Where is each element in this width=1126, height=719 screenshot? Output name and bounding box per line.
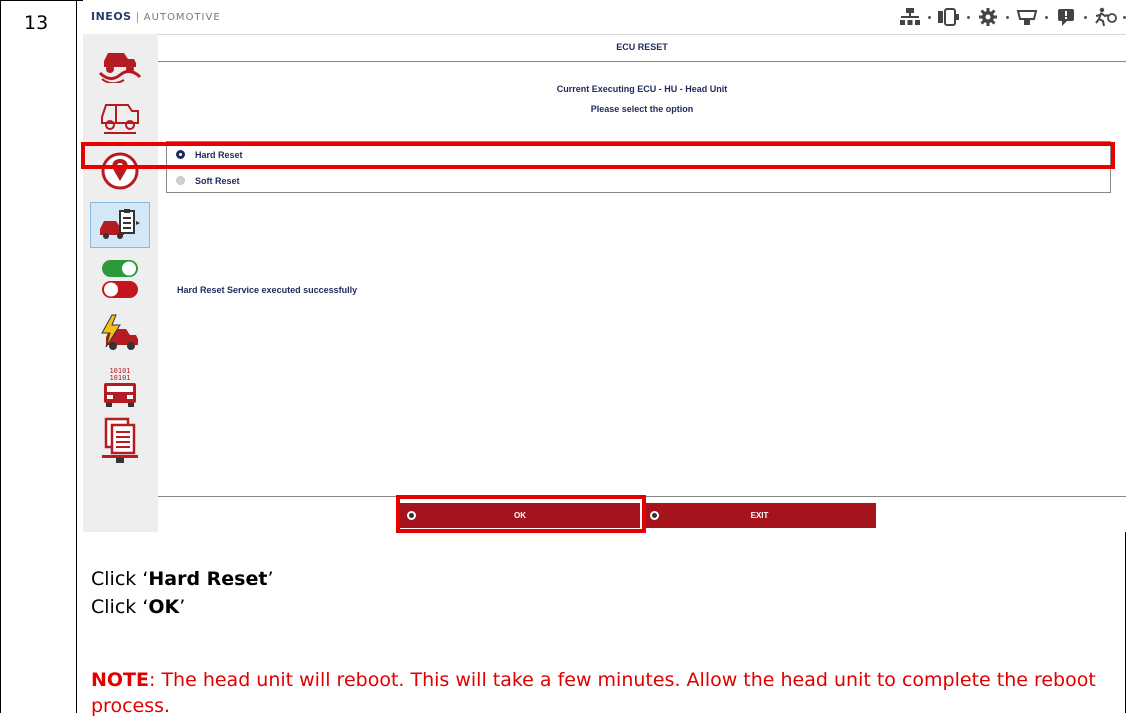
table-column-divider <box>76 0 77 713</box>
network-icon[interactable] <box>897 6 923 28</box>
document-report-icon[interactable] <box>90 417 150 464</box>
top-icons <box>897 4 1126 30</box>
select-option-prompt: Please select the option <box>590 104 694 114</box>
reboot-note: NOTE: The head unit will reboot. This wi… <box>91 669 1096 717</box>
radio-unselected-icon[interactable] <box>176 176 185 185</box>
run-icon[interactable] <box>1092 6 1118 28</box>
page-title: ECU RESET <box>158 34 1126 62</box>
exit-icon <box>650 511 659 520</box>
ecu-binary-vehicle-icon[interactable]: 10101 10101 <box>90 364 150 410</box>
current-ecu-label: Current Executing ECU - HU - Head Unit <box>556 84 728 94</box>
app-top-bar: INEOS | AUTOMOTIVE <box>83 0 1126 35</box>
offroad-vehicle-icon[interactable] <box>90 40 150 86</box>
battery-icon[interactable] <box>936 6 962 28</box>
instruction-click-hard-reset: Click ‘Hard Reset’ <box>91 568 274 590</box>
svg-text:10101: 10101 <box>109 374 130 382</box>
ineos-logo: INEOS | AUTOMOTIVE <box>91 10 221 23</box>
app-sidebar: 10101 10101 <box>83 34 158 532</box>
vci-device-icon[interactable] <box>1014 6 1040 28</box>
exit-button[interactable]: EXIT <box>643 503 876 528</box>
instruction-click-ok: Click ‘OK’ <box>91 596 186 618</box>
ecu-reset-panel: ECU RESET Current Executing ECU - HU - H… <box>158 34 1126 532</box>
option-soft-reset[interactable]: Soft Reset <box>167 168 1110 193</box>
ok-button-highlight <box>396 495 646 533</box>
toggle-switches-icon[interactable] <box>90 256 150 302</box>
vehicle-diagram-icon[interactable] <box>90 94 150 140</box>
exit-button-label: EXIT <box>750 511 769 520</box>
table-left-border <box>0 0 1 713</box>
notification-icon[interactable] <box>1053 6 1079 28</box>
vehicle-checklist-icon[interactable] <box>90 202 150 248</box>
settings-gear-icon[interactable] <box>975 6 1001 28</box>
step-number: 13 <box>24 12 49 34</box>
electric-vehicle-icon[interactable] <box>90 310 150 356</box>
hard-reset-highlight <box>81 142 1115 169</box>
status-message: Hard Reset Service executed successfully <box>177 285 358 295</box>
ecu-reset-screenshot: INEOS | AUTOMOTIVE 10101 10101 ECU RESET… <box>83 0 1126 532</box>
option-label: Soft Reset <box>195 175 240 186</box>
